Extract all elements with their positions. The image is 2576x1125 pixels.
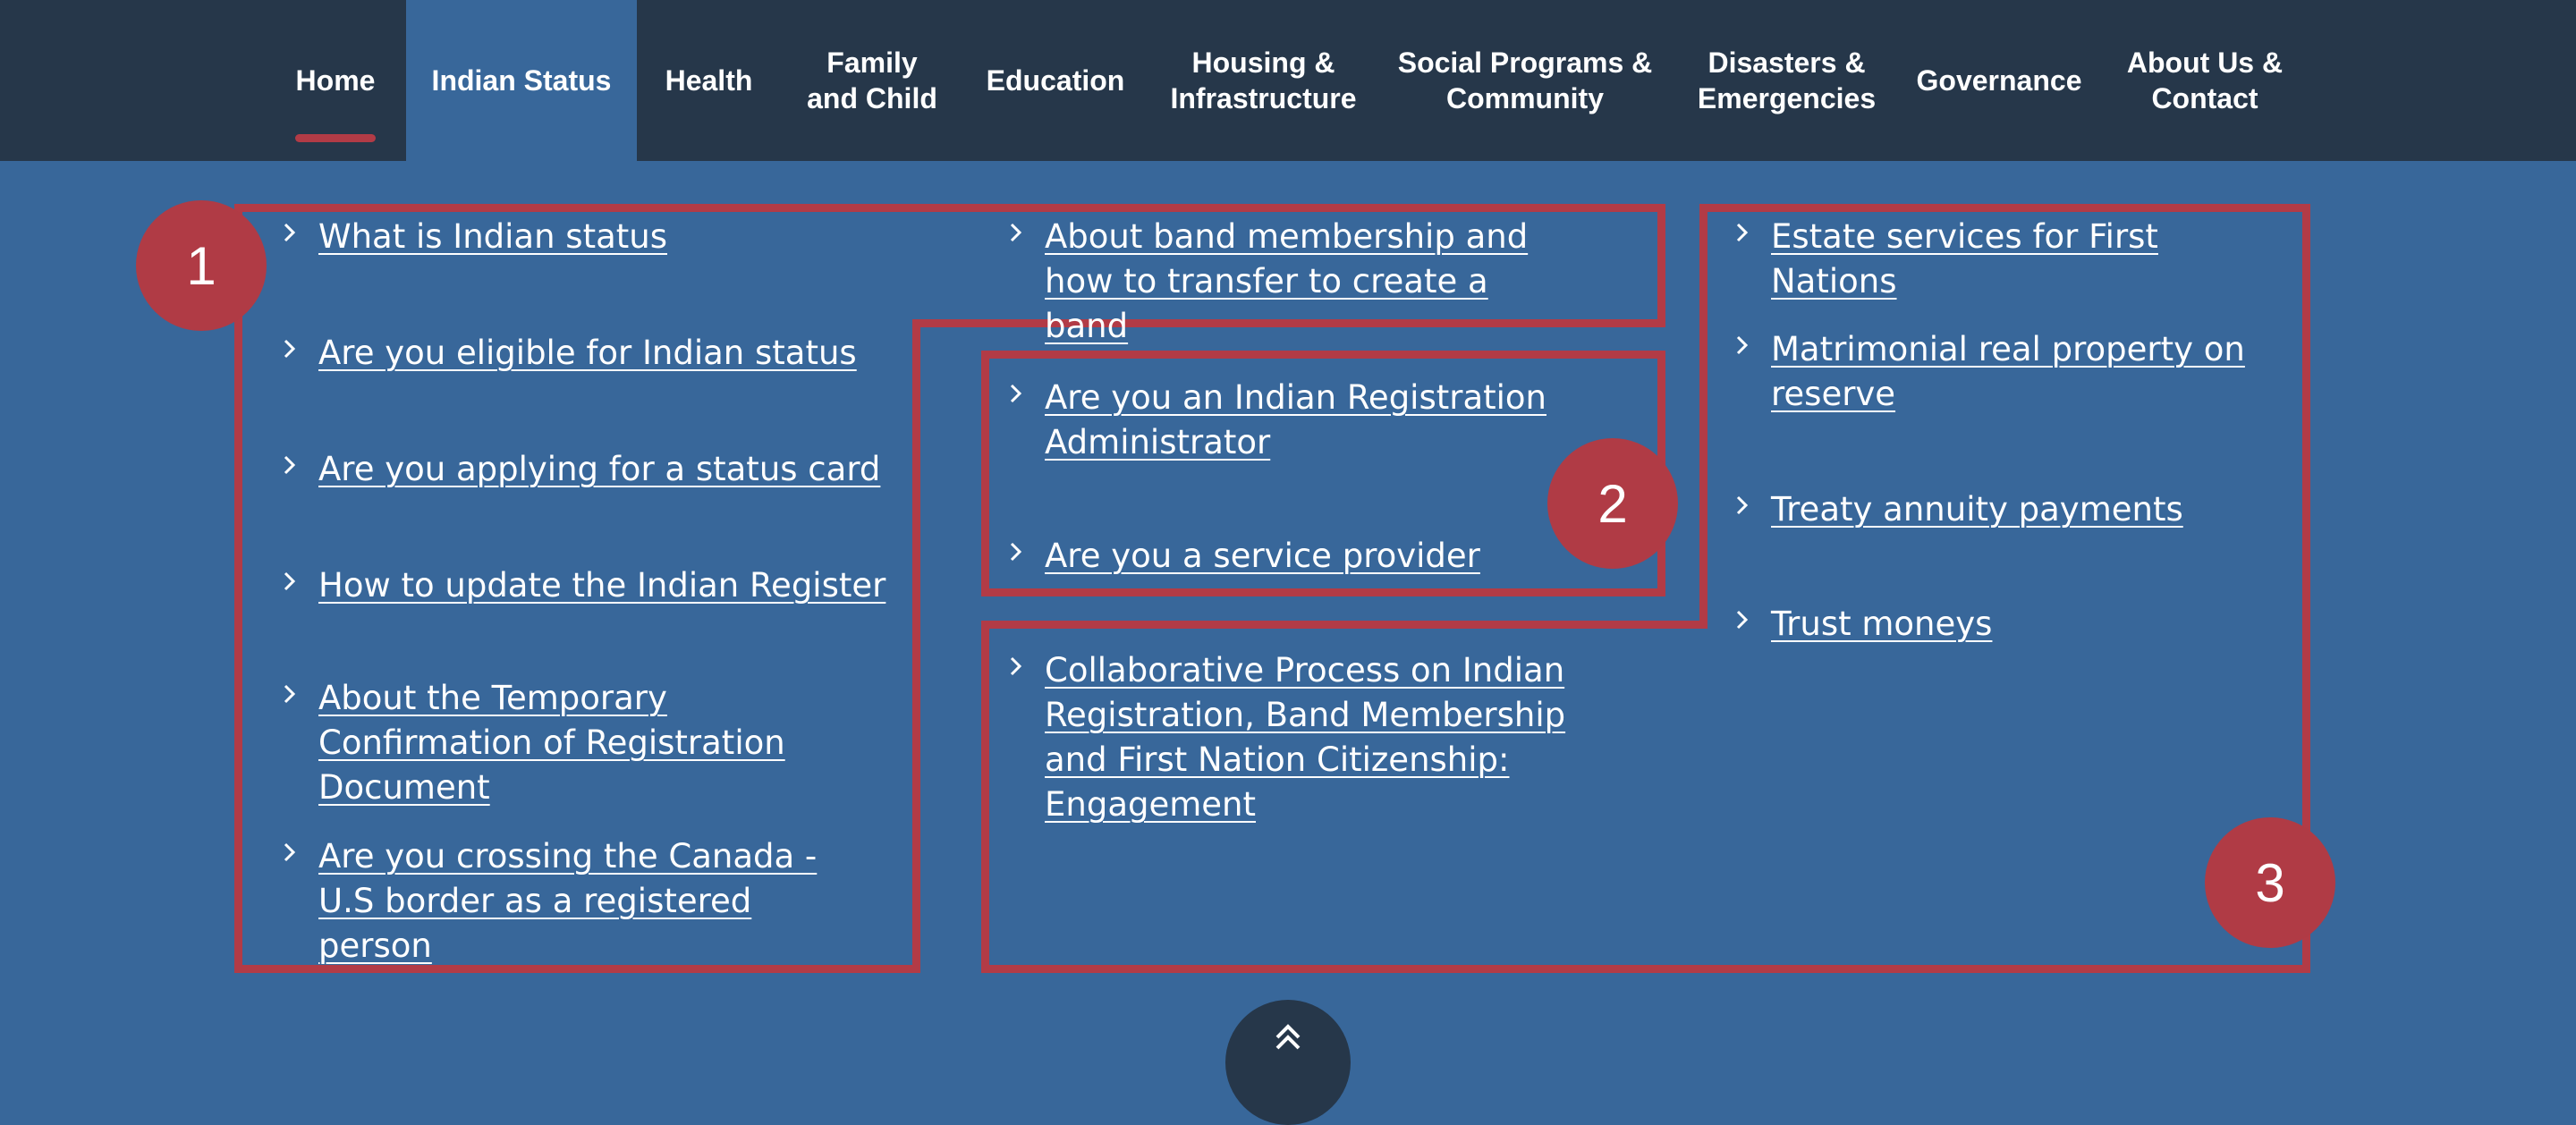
nav-health-label: Health	[665, 64, 753, 97]
chevron-right-icon	[284, 223, 296, 242]
menu-link[interactable]: About the Temporary Confirmation of Regi…	[279, 676, 887, 810]
menu-link[interactable]: How to update the Indian Register	[279, 563, 887, 608]
chevron-right-icon	[284, 571, 296, 591]
top-navigation: Home Indian Status Health Family and Chi…	[0, 0, 2576, 161]
menu-link-text[interactable]: How to update the Indian Register	[318, 563, 886, 608]
region-3-step-border	[981, 621, 1707, 629]
active-underline	[295, 134, 376, 142]
chevron-right-icon	[284, 455, 296, 475]
menu-link-text[interactable]: Are you an Indian Registration Administr…	[1045, 376, 1581, 465]
menu-link-text[interactable]: Are you applying for a status card	[318, 447, 880, 492]
nav-health[interactable]: Health	[653, 0, 765, 161]
menu-link[interactable]: Are you an Indian Registration Administr…	[1005, 376, 1631, 465]
nav-family-label: Family and Child	[807, 47, 937, 114]
menu-link[interactable]: Are you eligible for Indian status	[279, 331, 887, 376]
menu-link-text[interactable]: What is Indian status	[318, 215, 667, 259]
menu-link-text[interactable]: Collaborative Process on Indian Registra…	[1045, 648, 1581, 827]
chevron-right-icon	[1736, 495, 1749, 515]
menu-link-text[interactable]: Are you crossing the Canada - U.S border…	[318, 834, 873, 969]
menu-link-text[interactable]: Treaty annuity payments	[1771, 487, 2183, 532]
nav-social-label: Social Programs & Community	[1397, 47, 1653, 114]
menu-link[interactable]: Are you a service provider	[1005, 534, 1631, 579]
chevron-right-icon	[1736, 223, 1749, 242]
nav-housing-label: Housing & Infrastructure	[1170, 47, 1357, 114]
nav-governance-label: Governance	[1916, 64, 2082, 97]
region-1-inner-border	[912, 319, 920, 973]
menu-link-text[interactable]: Are you eligible for Indian status	[318, 331, 857, 376]
menu-link-text[interactable]: Matrimonial real property on reserve	[1771, 327, 2254, 417]
nav-about-us[interactable]: About Us & Contact	[2115, 0, 2294, 161]
menu-link[interactable]: About band membership and how to transfe…	[1005, 215, 1631, 349]
chevron-right-icon	[284, 842, 296, 862]
region-1-top-border	[234, 204, 1665, 212]
region-3-bottom-border	[981, 965, 2310, 973]
menu-link[interactable]: Are you applying for a status card	[279, 447, 887, 492]
chevron-right-icon	[1010, 656, 1022, 676]
menu-link[interactable]: Matrimonial real property on reserve	[1732, 327, 2286, 417]
chevron-right-icon	[284, 339, 296, 359]
chevron-right-icon	[284, 684, 296, 704]
chevron-right-icon	[1736, 610, 1749, 630]
nav-disasters-label: Disasters & Emergencies	[1697, 47, 1877, 114]
badge-2: 2	[1547, 438, 1678, 569]
nav-education-label: Education	[986, 64, 1125, 97]
menu-link[interactable]: Are you crossing the Canada - U.S border…	[279, 834, 887, 969]
menu-link-text[interactable]: About the Temporary Confirmation of Regi…	[318, 676, 873, 810]
menu-link[interactable]: Estate services for First Nations	[1732, 215, 2286, 304]
nav-indian-status-label: Indian Status	[431, 64, 612, 97]
nav-disasters[interactable]: Disasters & Emergencies	[1690, 0, 1883, 161]
chevron-right-icon	[1736, 335, 1749, 355]
chevron-right-icon	[1010, 542, 1022, 562]
region-3-top-border	[1699, 204, 2310, 212]
region-1-right-border	[1657, 204, 1665, 327]
back-to-top-button[interactable]	[1225, 1000, 1351, 1125]
nav-indian-status[interactable]: Indian Status	[406, 0, 637, 161]
region-3-left-border	[1699, 204, 1707, 629]
menu-link-text[interactable]: Are you a service provider	[1045, 534, 1581, 579]
menu-link[interactable]: Collaborative Process on Indian Registra…	[1005, 648, 1631, 827]
badge-3: 3	[2205, 817, 2335, 948]
nav-home-label: Home	[295, 64, 376, 97]
region-3-lower-left-border	[981, 621, 989, 973]
menu-link[interactable]: What is Indian status	[279, 215, 887, 259]
menu-link-text[interactable]: Trust moneys	[1771, 602, 1992, 647]
badge-1: 1	[136, 200, 267, 331]
nav-education[interactable]: Education	[979, 0, 1131, 161]
chevron-right-icon	[1010, 223, 1022, 242]
chevron-right-icon	[1010, 384, 1022, 403]
nav-about-label: About Us & Contact	[2126, 47, 2284, 114]
nav-social-programs[interactable]: Social Programs & Community	[1395, 0, 1655, 161]
nav-housing[interactable]: Housing & Infrastructure	[1167, 0, 1360, 161]
nav-governance[interactable]: Governance	[1916, 0, 2082, 161]
menu-link[interactable]: Treaty annuity payments	[1732, 487, 2286, 532]
nav-family-and-child[interactable]: Family and Child	[796, 0, 948, 161]
menu-link-text[interactable]: Estate services for First Nations	[1771, 215, 2286, 304]
menu-link-text[interactable]: About band membership and how to transfe…	[1045, 215, 1581, 349]
menu-link[interactable]: Trust moneys	[1732, 602, 2286, 647]
double-chevron-up-icon	[1275, 1024, 1301, 1050]
